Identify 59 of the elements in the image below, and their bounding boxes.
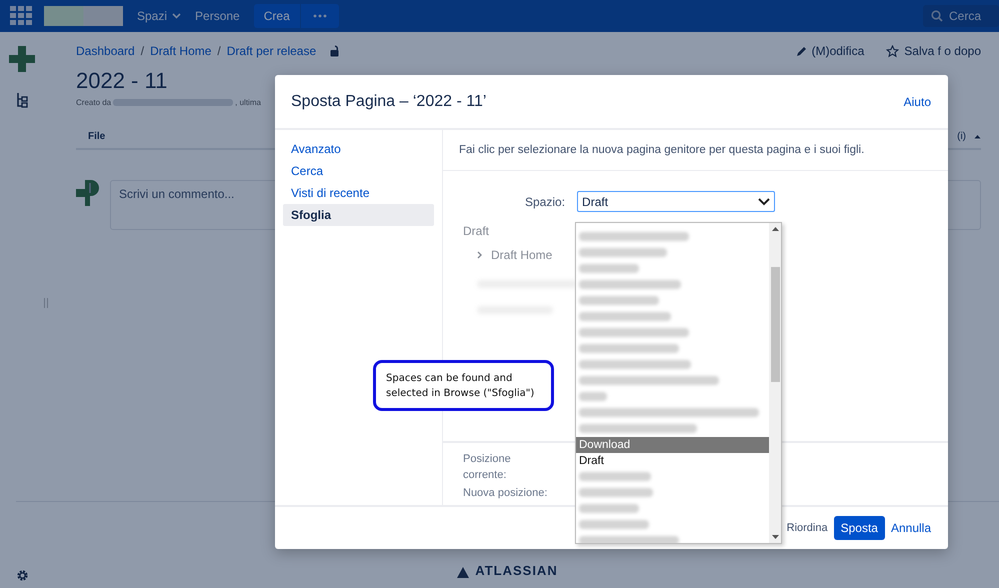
dialog-nav-item[interactable]: Sfoglia — [283, 204, 434, 226]
cancel-link[interactable]: Annulla — [890, 521, 931, 535]
field-label: Nuova posizione: — [463, 486, 548, 501]
breadcrumb-link[interactable]: Draft Home — [150, 44, 212, 58]
breadcrumb-link[interactable]: Draft per release — [226, 44, 316, 58]
breadcrumb-separator: / — [140, 44, 144, 58]
tree-node[interactable]: Draft — [463, 224, 490, 238]
dialog-nav-item[interactable]: Avanzato — [283, 138, 434, 160]
help-link[interactable]: Aiuto — [904, 94, 931, 108]
avatar-icon — [76, 180, 102, 206]
breadcrumb-separator: / — [217, 44, 221, 58]
scroll-down-icon[interactable] — [772, 535, 778, 539]
triangle-logo-icon — [457, 567, 470, 578]
redacted-option-placeholder — [579, 504, 639, 513]
redacted-option-placeholder — [579, 520, 649, 529]
column-header[interactable]: (i) — [957, 131, 966, 142]
byline-text: Creato da — [76, 98, 112, 107]
page-tree-icon[interactable] — [16, 92, 28, 108]
pencil-icon — [796, 46, 807, 56]
dialog-title: Sposta Pagina – ‘2022 - 11’ — [291, 92, 486, 110]
redacted-option-placeholder — [579, 264, 639, 273]
create-button[interactable]: Crea — [254, 4, 300, 28]
callout-annotation: Spaces can be found and selected in Browse ("Sfoglia") — [373, 360, 554, 411]
people-link[interactable]: Persone — [195, 9, 240, 23]
search-field[interactable]: Cerca — [923, 5, 999, 27]
field-label: Posizione corrente: — [463, 452, 512, 483]
dropdown-option[interactable]: Draft — [576, 453, 769, 469]
tree-node[interactable]: Draft Home — [491, 248, 552, 262]
settings-icon[interactable] — [16, 569, 28, 582]
resize-handle-icon[interactable] — [44, 298, 48, 308]
page-title: 2022 - 11 — [76, 68, 168, 94]
scrollbar[interactable] — [769, 223, 781, 543]
sort-ascending-icon[interactable] — [974, 134, 981, 139]
chevron-down-icon — [758, 198, 770, 206]
instruction-text: Fai clic per selezionare la nuova pagina genitore per questa pagina e i suoi figli. — [443, 130, 948, 171]
byline-text: , ultima — [235, 98, 261, 107]
plus-logo-icon[interactable] — [9, 46, 35, 72]
brand-wordmark: ATLASSIAN — [475, 563, 558, 578]
space-select[interactable]: Draft — [577, 191, 776, 212]
reorder-label[interactable]: Riordina — [786, 522, 828, 534]
scroll-up-icon[interactable] — [772, 227, 778, 231]
app-switcher-icon[interactable] — [10, 6, 32, 26]
unlocked-padlock-icon[interactable] — [330, 45, 340, 57]
field-label: Spazio: — [525, 194, 566, 208]
save-for-later-button[interactable]: Salva f o dopo — [886, 44, 981, 58]
dialog-nav-item[interactable]: Visti di recente — [283, 182, 434, 204]
dialog-nav-item[interactable]: Cerca — [283, 160, 434, 182]
expand-chevron-icon[interactable] — [477, 251, 483, 259]
scrollbar-thumb[interactable] — [770, 267, 780, 382]
spaces-menu[interactable]: Spazi — [137, 9, 182, 23]
redacted-option-placeholder — [579, 472, 651, 481]
chevron-down-icon — [172, 13, 182, 19]
more-icon — [312, 14, 327, 18]
star-icon — [886, 44, 900, 58]
move-button[interactable]: Sposta — [834, 516, 885, 540]
breadcrumb-link[interactable]: Dashboard — [76, 44, 135, 58]
redacted-option-placeholder — [579, 392, 607, 401]
dropdown-option[interactable]: Download — [576, 437, 769, 453]
edit-button[interactable]: (M)odifica — [796, 44, 864, 58]
